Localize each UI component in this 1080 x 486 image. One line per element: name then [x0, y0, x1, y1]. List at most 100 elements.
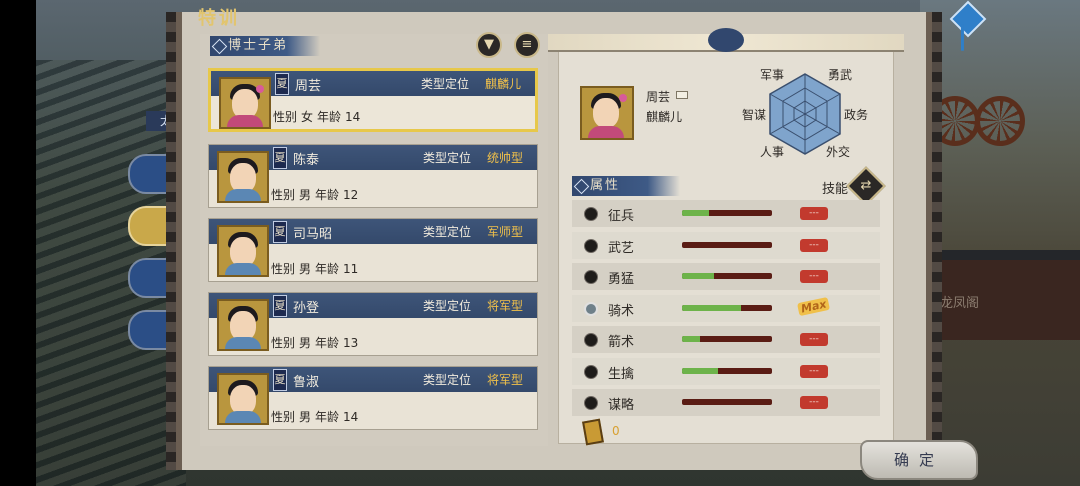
attribute-name: 武艺: [608, 240, 635, 256]
role-label: 类型定位: [422, 299, 471, 313]
student-portrait: [217, 225, 269, 277]
age-value: 13: [343, 336, 359, 350]
student-card[interactable]: 夏司马昭 类型定位 军师型 性别男年龄 11: [208, 218, 538, 282]
student-card[interactable]: 夏周芸 类型定位 麒麟儿性别女年龄 14: [208, 68, 538, 132]
age-label: 年龄: [315, 410, 340, 424]
attribute-dot-icon: [584, 238, 598, 253]
attribute-bar: [682, 210, 772, 216]
attribute-row[interactable]: 箭术 ---: [572, 326, 880, 353]
portrait-face: [593, 98, 619, 128]
faction-badge: 夏: [275, 73, 289, 95]
student-portrait: [217, 299, 269, 351]
gender-value: 男: [299, 188, 312, 202]
gender-label: 性别: [271, 336, 296, 350]
flower-icon: [619, 94, 627, 102]
student-portrait: [217, 373, 269, 425]
attribute-bar: [682, 367, 772, 374]
attribute-row[interactable]: 武艺 ---: [572, 231, 880, 259]
list-menu-icon[interactable]: ≡: [514, 32, 540, 58]
attribute-name: 生擒: [608, 366, 635, 382]
attribute-badge: ---: [800, 364, 828, 378]
student-info: 性别女年龄 14: [273, 108, 364, 125]
student-card[interactable]: 夏鲁淑 类型定位 将军型 性别男年龄 14: [208, 366, 538, 430]
waterwheel-icon: [975, 96, 1025, 146]
radar-label-politics: 政务: [844, 108, 869, 122]
filter-icon[interactable]: ▼: [476, 32, 502, 58]
attribute-dot-icon: [584, 333, 598, 347]
student-card[interactable]: 夏陈泰 类型定位 统帅型 性别男年龄 12: [208, 144, 538, 208]
faction-badge: 夏: [273, 295, 287, 317]
emblem-icon: [708, 28, 744, 52]
portrait-robe: [227, 115, 263, 127]
attribute-bar: [682, 399, 772, 405]
student-card[interactable]: 夏孙登 类型定位 将军型 性别男年龄 13: [208, 292, 538, 356]
attribute-bar-fill: [682, 336, 700, 342]
radar-label-strategy: 智谋: [742, 108, 767, 122]
attribute-name: 征兵: [608, 209, 635, 224]
attribute-bar: [682, 304, 772, 311]
attribute-badge: ---: [800, 396, 828, 409]
age-label: 年龄: [315, 336, 340, 350]
role-label: 类型定位: [422, 151, 471, 165]
radar-label-personnel: 人事: [760, 145, 785, 159]
age-value: 12: [343, 188, 359, 202]
student-info: 性别男年龄 13: [271, 334, 362, 351]
age-label: 年龄: [315, 262, 340, 276]
student-portrait: [217, 151, 269, 203]
student-name: 鲁淑: [293, 375, 320, 390]
attribute-bar-fill: [682, 367, 718, 374]
age-value: 14: [343, 410, 359, 424]
detail-portrait: [580, 86, 634, 140]
attribute-row[interactable]: 骑术 Max: [572, 294, 880, 322]
attribute-dot-icon: [584, 301, 598, 316]
skills-label: 技能: [822, 182, 849, 197]
attribute-name: 谋略: [608, 398, 635, 413]
detail-name: 周芸: [646, 90, 671, 104]
age-value: 11: [343, 262, 359, 276]
attribute-row[interactable]: 征兵 ---: [572, 200, 880, 227]
attribute-dot-icon: [584, 207, 598, 221]
attribute-badge: ---: [800, 333, 828, 346]
student-name: 周芸: [295, 79, 322, 94]
attribute-bar-fill: [682, 210, 709, 216]
background-right-scene: 龙凤阁: [920, 0, 1080, 486]
detail-header-scroll: [548, 28, 904, 52]
attribute-name: 箭术: [608, 335, 635, 350]
attribute-name: 骑术: [608, 303, 635, 319]
student-name: 司马昭: [293, 227, 333, 242]
letter-icon[interactable]: [676, 91, 688, 99]
student-info: 性别男年龄 12: [271, 186, 362, 203]
gender-value: 男: [299, 262, 312, 276]
attribute-dot-icon: [584, 396, 598, 410]
gender-value: 女: [301, 110, 314, 124]
faction-badge: 夏: [273, 369, 287, 391]
attribute-dot-icon: [584, 364, 598, 379]
role-value: 统帅型: [486, 151, 523, 165]
attribute-row[interactable]: 生擒 ---: [572, 357, 880, 385]
gate-label: 龙凤阁: [940, 296, 980, 311]
faction-badge: 夏: [273, 147, 287, 169]
confirm-button[interactable]: 确定: [860, 440, 978, 480]
list-section-header: 博士子弟: [210, 36, 320, 56]
attribute-bar: [682, 336, 772, 342]
student-name: 孙登: [293, 301, 320, 316]
gender-label: 性别: [271, 188, 296, 202]
panel-title: 特训: [198, 8, 240, 29]
radar-label-military: 军事: [760, 68, 785, 82]
attributes-header: 属性: [572, 176, 680, 196]
role-value: 麒麟儿: [484, 77, 521, 91]
role-label: 类型定位: [420, 77, 469, 91]
attribute-row[interactable]: 勇猛 ---: [572, 263, 880, 290]
portrait-robe: [225, 411, 261, 423]
attribute-badge: ---: [800, 207, 828, 220]
student-info: 性别男年龄 11: [271, 260, 362, 277]
portrait-robe: [225, 263, 261, 275]
role-value: 军师型: [486, 225, 523, 239]
attribute-bar-fill: [682, 273, 714, 279]
attribute-badge: ---: [800, 238, 828, 252]
left-letterbox: [0, 0, 36, 486]
attribute-bar-fill: [682, 304, 741, 311]
attribute-row[interactable]: 谋略 ---: [572, 389, 880, 416]
age-value: 14: [345, 110, 361, 124]
gender-value: 男: [299, 410, 312, 424]
